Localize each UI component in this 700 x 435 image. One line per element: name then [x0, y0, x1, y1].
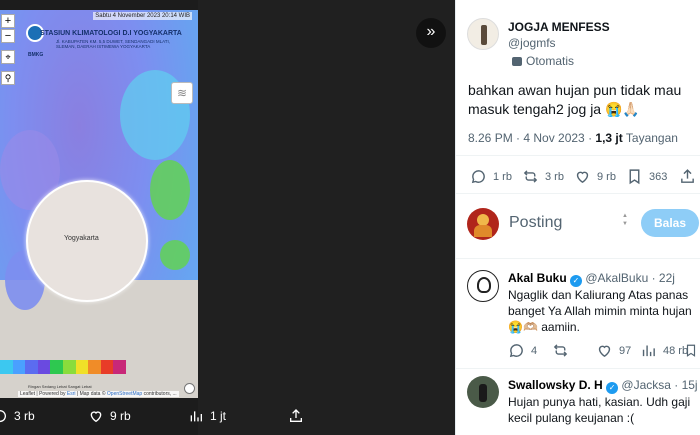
reply-header: Akal Buku ✓ @AkalBuku · 22j	[508, 271, 675, 287]
like-action[interactable]: 9 rb	[574, 168, 616, 185]
media-reply-action[interactable]: 3 rb	[0, 408, 35, 424]
divider	[456, 155, 700, 156]
author-name[interactable]: JOGJA MENFESS	[508, 20, 610, 34]
heart-icon	[90, 411, 102, 423]
media-share-action[interactable]	[288, 408, 304, 424]
reply-views-action[interactable]: 48 rb	[640, 342, 688, 359]
share-icon	[290, 409, 302, 422]
heart-icon	[576, 171, 589, 184]
bmkg-label: BMKG	[28, 52, 44, 58]
automated-label[interactable]: Otomatis	[512, 54, 574, 68]
reply-author-handle[interactable]: @Jacksa · 15j	[621, 378, 697, 392]
legend-swatch-1	[12, 360, 26, 374]
bookmark-action[interactable]: 363	[626, 168, 667, 185]
divider	[456, 368, 700, 369]
reply-author-name[interactable]: Akal Buku	[508, 271, 567, 285]
verified-badge-icon: ✓	[570, 275, 583, 287]
zoom-in-button[interactable]: +	[1, 14, 15, 28]
location-pin-icon[interactable]: ⌖	[1, 50, 15, 64]
zoom-out-button[interactable]: −	[1, 29, 15, 43]
legend-swatch-3	[37, 360, 51, 374]
map-attribution: Leaflet | Powered by Esri | Map data © O…	[18, 391, 179, 397]
divider	[456, 193, 700, 194]
tweet-time[interactable]: 8.26 PM · 4 Nov 2023 ·	[468, 131, 592, 145]
views-icon	[190, 411, 202, 422]
layers-icon[interactable]: ≋	[171, 82, 193, 104]
media-like-action[interactable]: 9 rb	[88, 408, 131, 424]
search-icon[interactable]: ⚲	[1, 71, 15, 85]
esri-link[interactable]: Esri	[67, 391, 76, 397]
legend-swatch-0	[0, 360, 13, 374]
map-header: Sabtu 4 November 2023 20:14 WIB STASIUN …	[0, 10, 198, 58]
bookmark-icon	[629, 169, 640, 185]
reply-reply-action[interactable]: 4	[508, 342, 537, 359]
map-title: STASIUN KLIMATOLOGI D.I YOGYAKARTA	[40, 30, 182, 37]
city-label: Yogyakarta	[64, 235, 99, 242]
tweet-views-count: 1,3 jt	[595, 131, 623, 145]
retweet-icon	[553, 344, 568, 357]
reply-submit-button[interactable]: Balas	[641, 209, 699, 237]
media-views-action[interactable]: 1 jt	[188, 408, 226, 424]
legend-swatch-4	[50, 360, 63, 374]
reply-action[interactable]: 1 rb	[470, 168, 512, 185]
share-action[interactable]	[679, 168, 696, 185]
legend-swatch-5	[62, 360, 76, 374]
reply-author-name[interactable]: Swallowsky D. H	[508, 378, 603, 392]
tweet-meta: 8.26 PM · 4 Nov 2023 · 1,3 jt Tayangan	[468, 131, 678, 145]
legend-swatch-9	[113, 360, 126, 374]
reply-text: Ngaglik dan Kaliurang Atas panas banget …	[508, 288, 692, 334]
retweet-icon	[523, 170, 538, 183]
legend-swatch-7	[88, 360, 101, 374]
legend-caption: Ringan Sedang Lebat Sangat Lebat	[28, 384, 92, 389]
reply-avatar-swallowsky[interactable]	[467, 376, 499, 408]
verified-badge-icon: ✓	[606, 382, 619, 394]
author-avatar[interactable]	[467, 18, 499, 50]
robot-icon	[512, 56, 522, 66]
legend-swatch-2	[25, 360, 38, 374]
reply-like-action[interactable]: 97	[596, 342, 631, 359]
tweet-text: bahkan awan hujan pun tidak mau masuk te…	[468, 82, 682, 117]
reply-retweet-action[interactable]	[552, 342, 569, 359]
next-media-button[interactable]: »	[416, 18, 446, 48]
reply-avatar-akalbuku[interactable]	[467, 270, 499, 302]
osm-link[interactable]: OpenStreetMap	[107, 391, 142, 397]
reply-header: Swallowsky D. H ✓ @Jacksa · 15j	[508, 378, 698, 394]
map-date: Sabtu 4 November 2023 20:14 WIB	[93, 12, 192, 20]
map-address: Jl. KABUPATEN KM. 5,5 DUWET, SENDANGADI …	[56, 39, 171, 49]
scroll-stepper[interactable]: ▲ ▼	[620, 212, 630, 232]
bookmark-icon	[686, 344, 696, 357]
reply-author-handle[interactable]: @AkalBuku · 22j	[585, 271, 675, 285]
heart-icon	[598, 345, 611, 358]
reply-icon	[471, 170, 485, 184]
retweet-action[interactable]: 3 rb	[522, 168, 564, 185]
legend-swatch-8	[100, 360, 114, 374]
legend-swatch-6	[75, 360, 89, 374]
dimmed-background	[198, 0, 455, 435]
reply-compose-input[interactable]: Posting	[509, 214, 562, 232]
reply-text: Hujan punya hati, kasian. Udh gaji kecil…	[508, 395, 691, 425]
divider	[456, 258, 700, 259]
tweet-views-label: Tayangan	[625, 131, 678, 145]
my-avatar[interactable]	[467, 208, 499, 240]
reply-icon	[0, 410, 6, 422]
share-icon	[681, 169, 694, 183]
reply-icon	[509, 344, 523, 358]
rain-intensity-legend	[0, 360, 126, 374]
rain-radar-map[interactable]: Yogyakarta Sabtu 4 November 2023 20:14 W…	[0, 10, 198, 398]
views-icon	[642, 345, 655, 357]
reply-bookmark-action[interactable]	[684, 342, 698, 359]
author-handle[interactable]: @jogmfs	[508, 36, 556, 50]
info-icon[interactable]	[184, 383, 195, 394]
